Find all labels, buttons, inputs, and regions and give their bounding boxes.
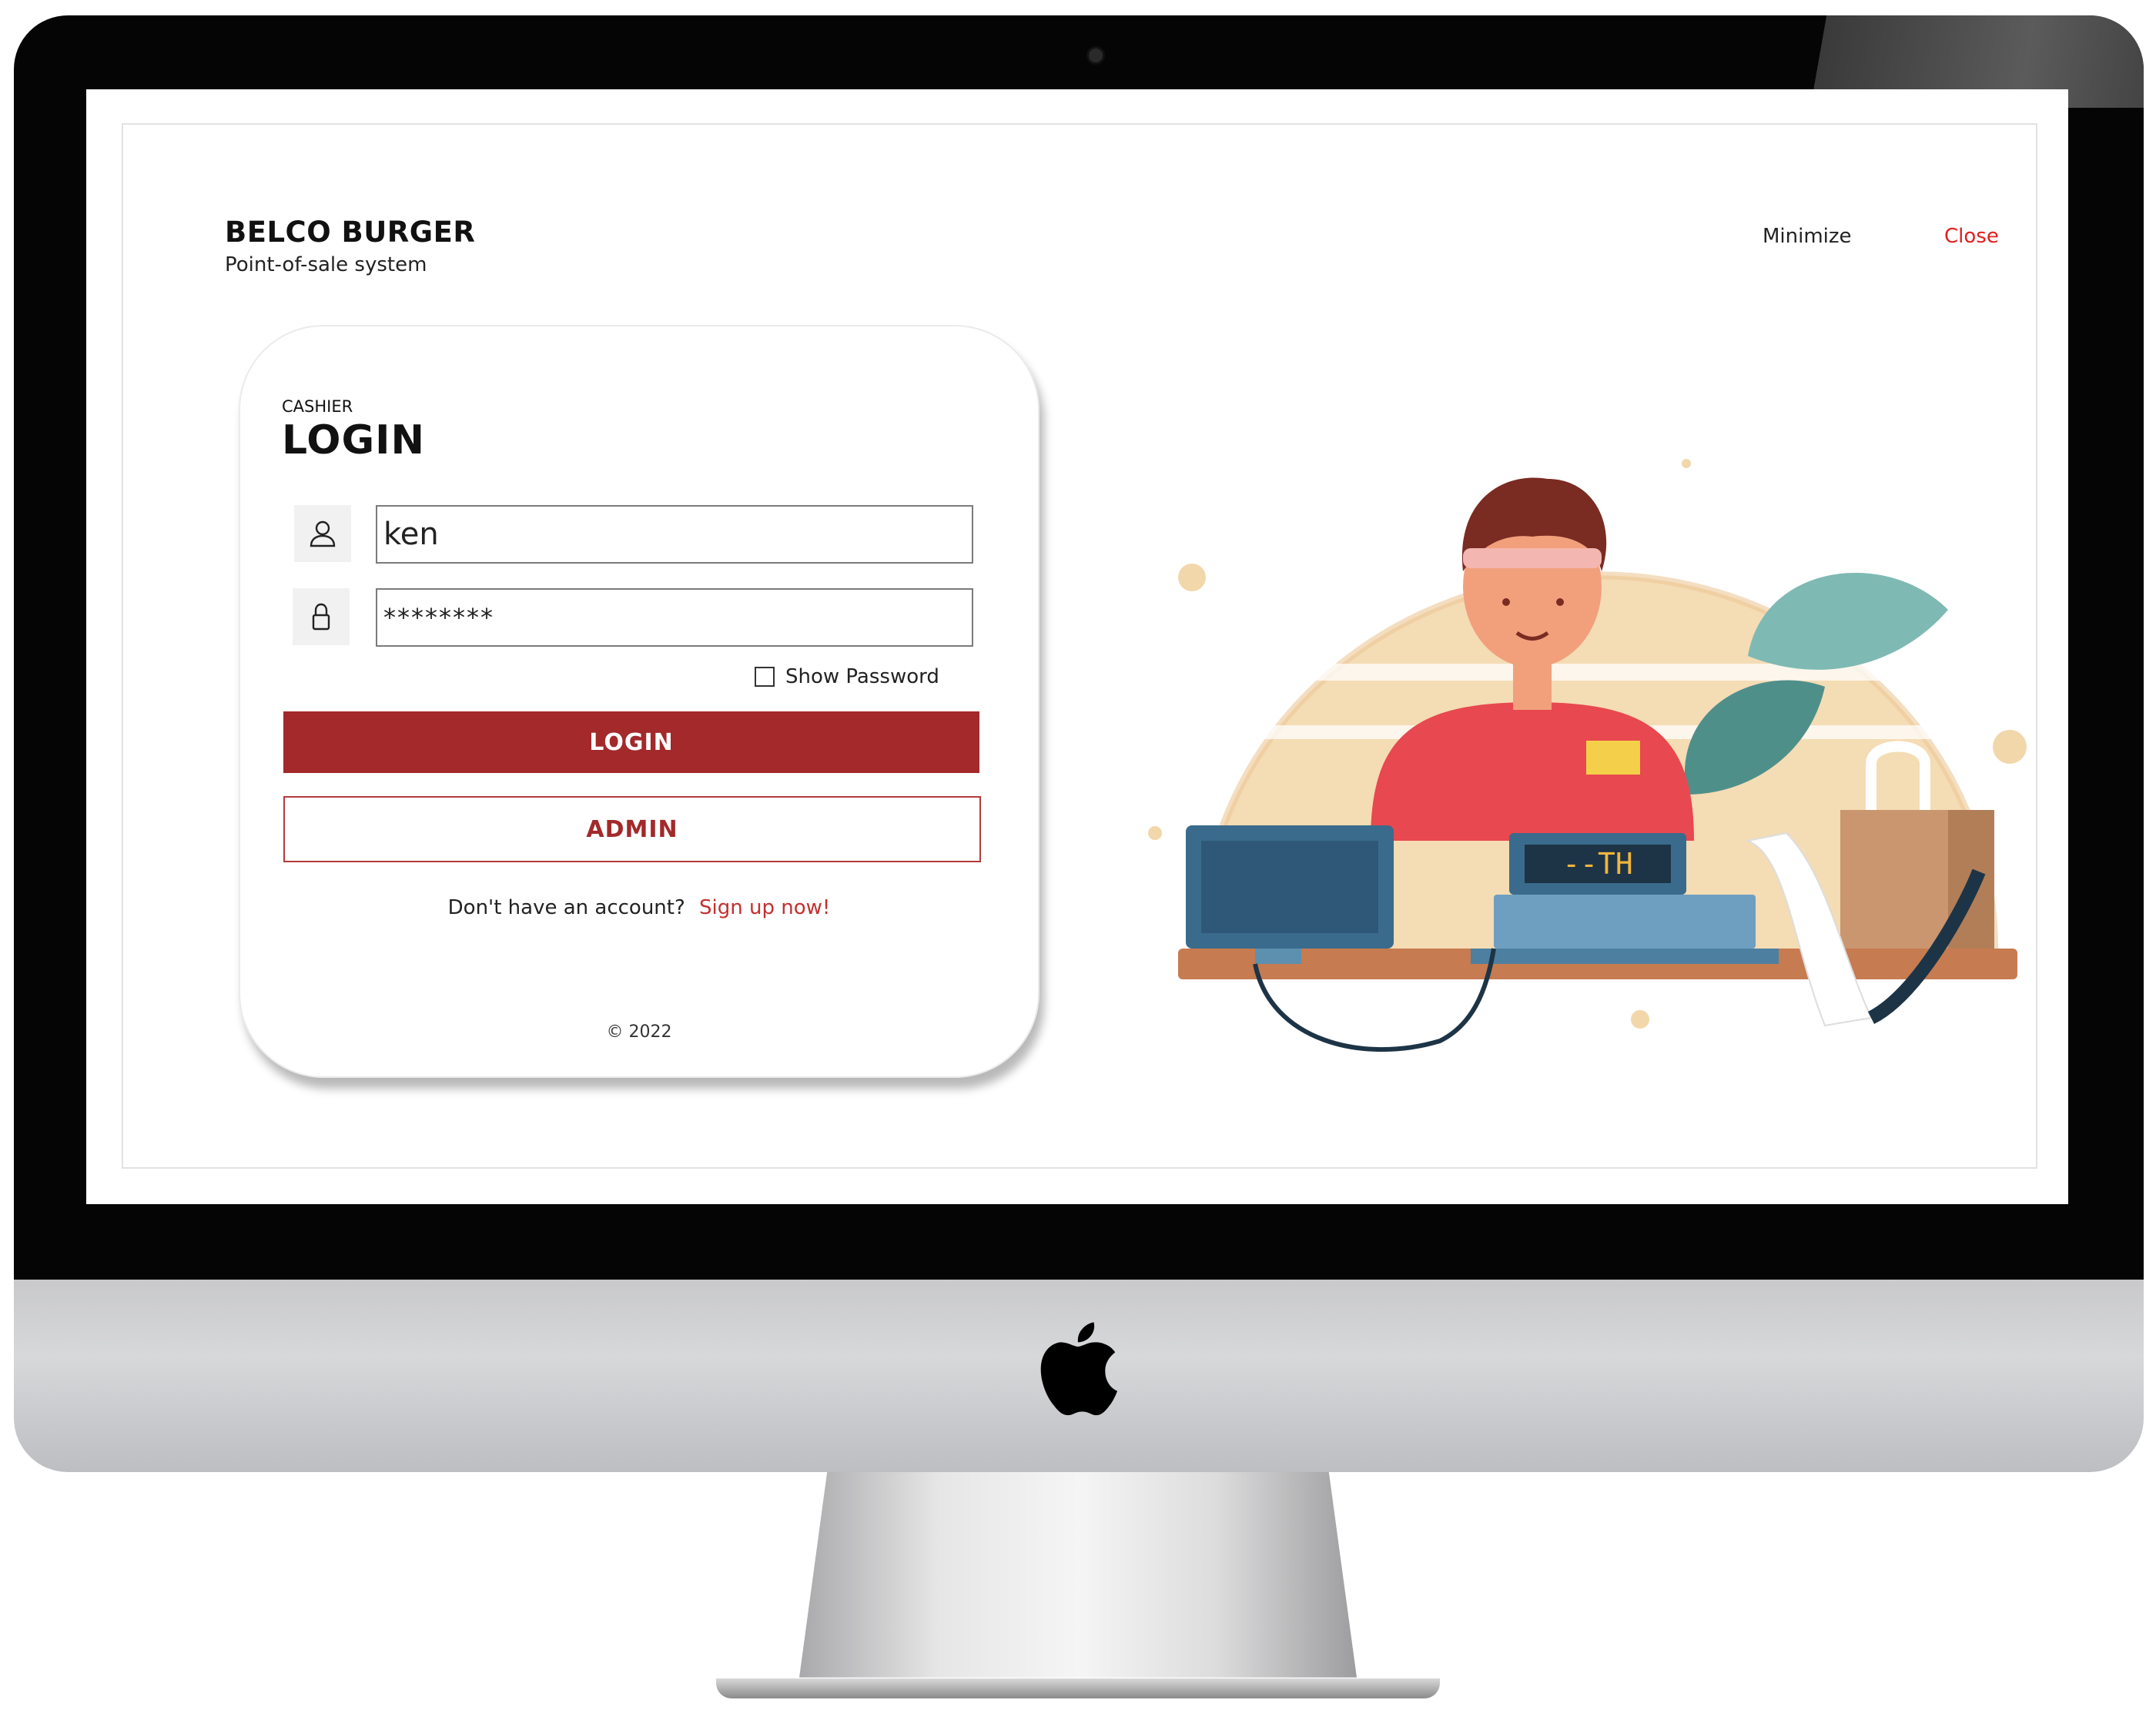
brand-name: BELCO BURGER [225, 216, 476, 249]
signup-prompt: Don't have an account? [447, 896, 685, 919]
password-input[interactable] [376, 588, 973, 647]
monitor-stand-base [716, 1678, 1440, 1698]
user-icon [294, 505, 351, 562]
screen: BELCO BURGER Point-of-sale system Minimi… [86, 89, 2068, 1204]
login-role-label: CASHIER [282, 397, 353, 416]
minimize-button[interactable]: Minimize [1763, 225, 1852, 248]
close-button[interactable]: Close [1944, 225, 1999, 248]
copyright: © 2022 [606, 1022, 672, 1042]
camera [1086, 46, 1105, 65]
signup-link[interactable]: Sign up now! [699, 896, 830, 919]
login-card: CASHIER LOGIN Show Password LOG [239, 325, 1040, 1078]
app-window: BELCO BURGER Point-of-sale system Minimi… [122, 123, 2037, 1169]
brand-header: BELCO BURGER Point-of-sale system [225, 216, 475, 276]
monitor-stand [799, 1472, 1357, 1678]
monitor-chin [14, 1280, 2144, 1472]
show-password-label: Show Password [785, 665, 939, 688]
signup-row: Don't have an account? Sign up now! [240, 896, 1038, 919]
register-display: --TH [1562, 847, 1633, 881]
cashier-illustration: --TH [1148, 459, 2027, 1052]
show-password-checkbox[interactable] [755, 667, 775, 687]
username-input[interactable] [376, 505, 973, 564]
admin-button[interactable]: ADMIN [283, 796, 981, 862]
login-button[interactable]: LOGIN [283, 711, 979, 773]
lock-icon [293, 588, 350, 645]
brand-subtitle: Point-of-sale system [225, 253, 427, 276]
apple-logo-icon [1040, 1322, 1118, 1416]
show-password-toggle[interactable]: Show Password [755, 665, 939, 688]
login-title: LOGIN [282, 417, 426, 463]
